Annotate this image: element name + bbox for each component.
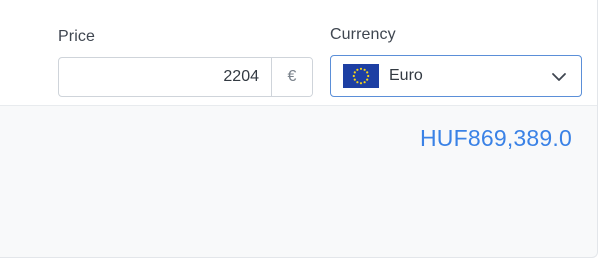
- eu-flag-icon: [343, 64, 379, 88]
- converter-panel: Price € Currency: [0, 0, 598, 258]
- currency-label: Currency: [330, 26, 396, 43]
- converted-amount: HUF869,389.0: [420, 125, 572, 151]
- price-input[interactable]: [59, 58, 271, 96]
- currency-select[interactable]: Euro: [330, 55, 582, 97]
- price-input-group: €: [58, 57, 313, 97]
- currency-selected-value: Euro: [389, 67, 423, 84]
- price-label: Price: [58, 28, 95, 45]
- chevron-down-icon[interactable]: [551, 69, 567, 85]
- price-suffix-text: €: [287, 68, 297, 85]
- euro-symbol-icon: €: [271, 58, 312, 96]
